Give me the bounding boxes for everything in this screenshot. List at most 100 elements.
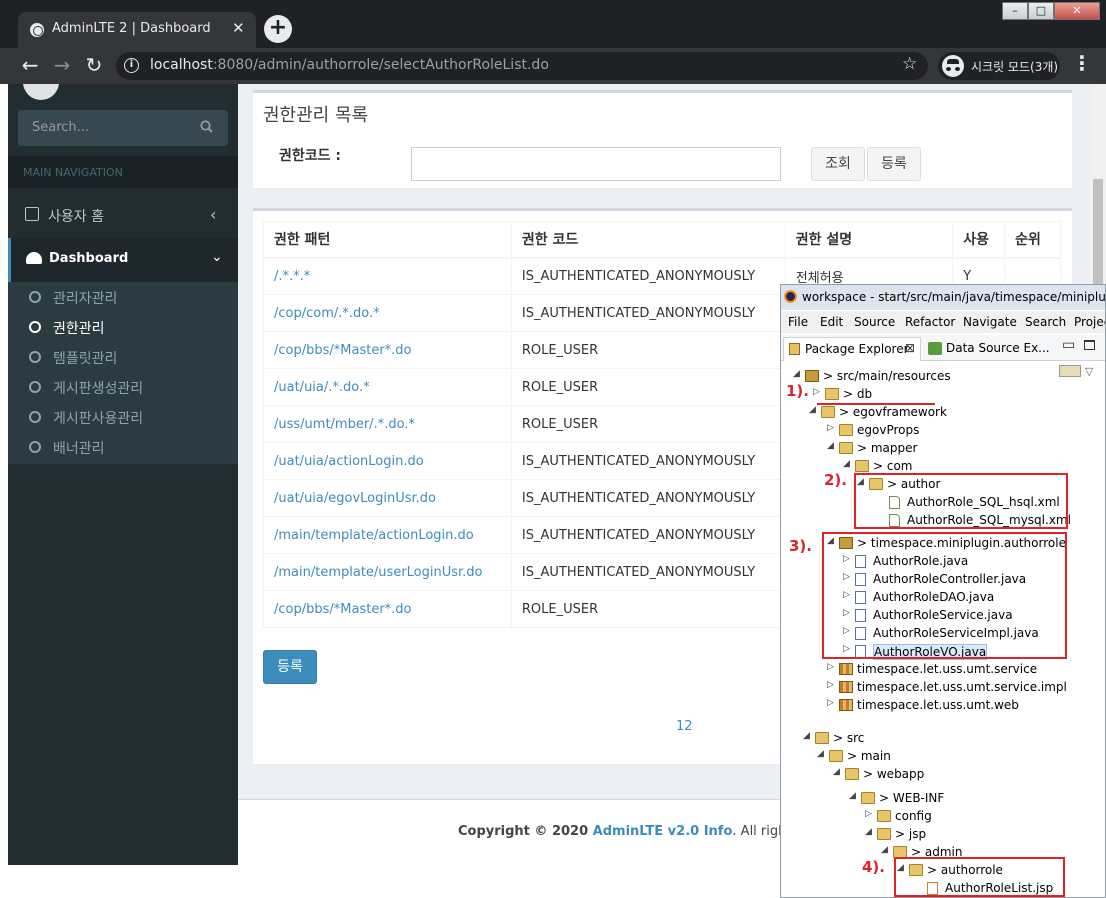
package-explorer-icon xyxy=(789,343,800,355)
circle-icon xyxy=(29,291,41,303)
register-button-top[interactable]: 등록 xyxy=(867,147,921,181)
folder-icon xyxy=(825,388,839,400)
folder-icon xyxy=(877,810,891,822)
package-icon xyxy=(839,663,853,675)
pattern-link[interactable]: /uat/uia/.*.do.* xyxy=(263,368,512,406)
expanded-arrow-icon[interactable]: ◢ xyxy=(793,369,803,379)
browser-tab[interactable]: AdminLTE 2 | Dashboard ✕ xyxy=(18,12,256,48)
pagination[interactable]: 12 xyxy=(676,719,693,734)
close-icon[interactable]: ⊠ xyxy=(905,341,915,355)
minimize-button[interactable]: – xyxy=(1002,2,1028,20)
dashboard-submenu: 관리자관리 권한관리 템플릿관리 게시판생성관리 게시판사용관리 배너관리 xyxy=(8,282,238,464)
submenu-item-label: 관리자관리 xyxy=(53,291,118,307)
collapsed-arrow-icon[interactable]: ▷ xyxy=(865,809,875,819)
expanded-arrow-icon[interactable]: ◢ xyxy=(817,749,827,759)
eclipse-title: workspace - start/src/main/java/timespac… xyxy=(802,290,1106,304)
footer-brand-link[interactable]: AdminLTE v2.0 Info xyxy=(593,824,733,839)
circle-icon xyxy=(29,411,41,423)
sidebar-search-input[interactable]: Search... xyxy=(32,120,89,135)
query-button[interactable]: 조회 xyxy=(811,147,865,181)
kebab-menu-icon[interactable]: ⋮ xyxy=(1072,51,1092,75)
circle-icon xyxy=(29,321,41,333)
pattern-link[interactable]: /.*.*.* xyxy=(263,257,512,295)
maximize-button[interactable]: □ xyxy=(1028,2,1054,20)
globe-icon xyxy=(30,23,44,37)
menu-source[interactable]: Source xyxy=(854,315,895,329)
table-cell: IS_AUTHENTICATED_ANONYMOUSLY xyxy=(510,294,786,332)
annotation-underline-1 xyxy=(817,403,935,405)
package-icon xyxy=(839,681,853,693)
expanded-arrow-icon[interactable]: ◢ xyxy=(843,459,853,469)
collapsed-arrow-icon[interactable]: ▷ xyxy=(827,423,837,433)
submenu-item-admin[interactable]: 관리자관리 xyxy=(8,282,238,312)
incognito-indicator[interactable]: 시크릿 모드(3개) xyxy=(938,52,1060,80)
view-toolbar: ▽ xyxy=(1059,365,1103,379)
pattern-link[interactable]: /uss/umt/mber/.*.do.* xyxy=(263,405,512,443)
folder-icon xyxy=(845,768,859,780)
menu-file[interactable]: File xyxy=(788,315,808,329)
link-editor-icon[interactable] xyxy=(1059,365,1081,377)
copyright-prefix: Copyright © 2020 xyxy=(458,824,593,839)
submenu-item-label: 배너관리 xyxy=(53,441,105,457)
info-icon[interactable]: i xyxy=(124,58,139,73)
submenu-item-board-use[interactable]: 게시판사용관리 xyxy=(8,402,238,432)
minimize-icon[interactable]: ▭ xyxy=(1062,337,1075,353)
table-cell: IS_AUTHENTICATED_ANONYMOUSLY xyxy=(510,442,786,480)
submenu-item-label: 권한관리 xyxy=(53,321,105,337)
expanded-arrow-icon[interactable]: ◢ xyxy=(827,441,837,451)
expanded-arrow-icon[interactable]: ◢ xyxy=(803,731,813,741)
menu-project[interactable]: Projec xyxy=(1074,315,1105,329)
forward-arrow-icon[interactable]: → xyxy=(49,53,75,79)
back-arrow-icon[interactable]: ← xyxy=(17,53,43,79)
menu-search[interactable]: Search xyxy=(1025,315,1066,329)
submenu-item-board-create[interactable]: 게시판생성관리 xyxy=(8,372,238,402)
new-tab-button[interactable]: + xyxy=(264,15,292,43)
bookmark-star-icon[interactable]: ☆ xyxy=(902,54,917,74)
table-cell: ROLE_USER xyxy=(510,405,786,443)
table-cell: ROLE_USER xyxy=(510,331,786,369)
maximize-icon[interactable] xyxy=(1084,340,1095,350)
expanded-arrow-icon[interactable]: ◢ xyxy=(865,827,875,837)
collapsed-arrow-icon[interactable]: ▷ xyxy=(827,698,837,708)
address-bar[interactable]: i localhost:8080/admin/authorrole/select… xyxy=(116,52,928,80)
pattern-link[interactable]: /cop/bbs/*Master*.do xyxy=(263,331,512,369)
annotation-box-2 xyxy=(854,473,1068,529)
collapsed-arrow-icon[interactable]: ▷ xyxy=(813,387,823,397)
folder-icon xyxy=(821,406,835,418)
column-header: 권한 코드 xyxy=(510,221,786,259)
folder-icon xyxy=(839,424,853,436)
expanded-arrow-icon[interactable]: ◢ xyxy=(849,791,859,801)
pattern-link[interactable]: /main/template/actionLogin.do xyxy=(263,516,512,554)
pattern-link[interactable]: /uat/uia/egovLoginUsr.do xyxy=(263,479,512,517)
submenu-item-auth[interactable]: 권한관리 xyxy=(8,312,238,342)
expanded-arrow-icon[interactable]: ◢ xyxy=(833,767,843,777)
collapsed-arrow-icon[interactable]: ▷ xyxy=(827,680,837,690)
sidebar-search[interactable]: Search... xyxy=(18,110,228,146)
nav-item-dashboard[interactable]: Dashboard ⌄ xyxy=(8,238,238,282)
tab-package-explorer[interactable]: Package Explorer ⊠ xyxy=(783,337,921,361)
menu-edit[interactable]: Edit xyxy=(820,315,843,329)
register-button[interactable]: 등록 xyxy=(263,650,317,684)
expanded-arrow-icon[interactable]: ◢ xyxy=(809,405,819,415)
close-icon[interactable]: ✕ xyxy=(232,19,245,37)
table-cell: ROLE_USER xyxy=(510,368,786,406)
window-close-button[interactable]: ✕ xyxy=(1054,2,1100,20)
submenu-item-template[interactable]: 템플릿관리 xyxy=(8,342,238,372)
auth-code-input[interactable] xyxy=(411,147,781,181)
package-icon xyxy=(839,699,853,711)
pattern-link[interactable]: /cop/bbs/*Master*.do xyxy=(263,590,512,628)
nav-item-home[interactable]: 사용자 홈 ‹ xyxy=(8,196,238,236)
expanded-arrow-icon[interactable]: ◢ xyxy=(881,845,891,855)
reload-icon[interactable]: ↻ xyxy=(81,53,107,79)
search-icon[interactable] xyxy=(200,120,213,133)
menu-navigate[interactable]: Navigate xyxy=(963,315,1017,329)
pattern-link[interactable]: /main/template/userLoginUsr.do xyxy=(263,553,512,591)
menu-refactor[interactable]: Refactor xyxy=(905,315,955,329)
url-text: localhost:8080/admin/authorrole/selectAu… xyxy=(150,57,549,73)
submenu-item-banner[interactable]: 배너관리 xyxy=(8,432,238,462)
collapsed-arrow-icon[interactable]: ▷ xyxy=(827,662,837,672)
pattern-link[interactable]: /uat/uia/actionLogin.do xyxy=(263,442,512,480)
view-menu-icon[interactable]: ▽ xyxy=(1085,365,1099,378)
pattern-link[interactable]: /cop/com/.*.do.* xyxy=(263,294,512,332)
tab-data-source-explorer[interactable]: Data Source Ex... xyxy=(926,337,1050,361)
